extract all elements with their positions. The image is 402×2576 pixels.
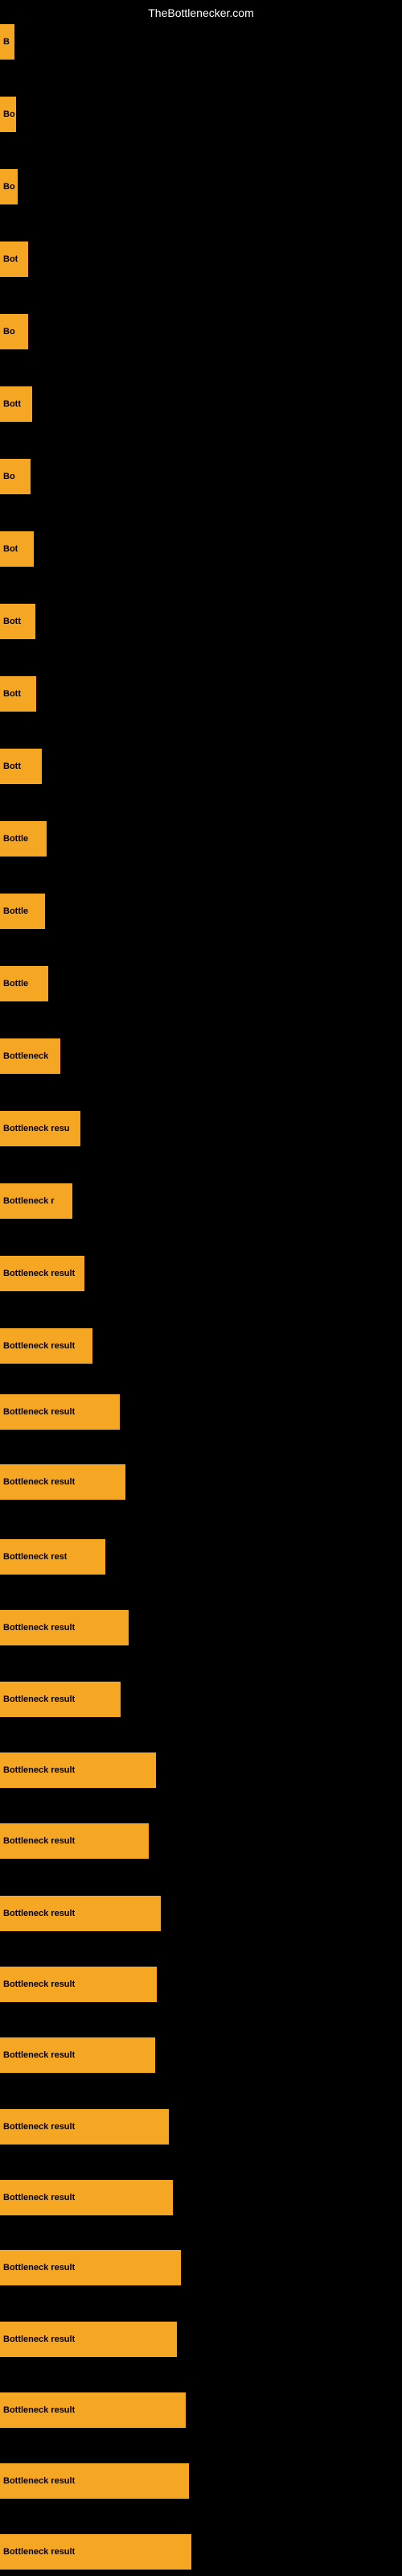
site-title: TheBottlenecker.com [148,6,254,19]
bar-item-13: Bottle [0,894,45,929]
bar-item-26: Bottleneck result [0,1823,149,1859]
bar-item-24: Bottleneck result [0,1682,121,1717]
bar-item-1: B [0,24,14,60]
bar-item-2: Bo [0,97,16,132]
bar-label-21: Bottleneck result [3,1477,75,1487]
bar-label-2: Bo [3,109,15,119]
bar-label-15: Bottleneck [3,1051,48,1061]
bar-label-18: Bottleneck result [3,1269,75,1278]
bar-label-24: Bottleneck result [3,1695,75,1704]
bar-item-31: Bottleneck result [0,2180,173,2215]
bar-label-17: Bottleneck r [3,1196,55,1206]
bar-item-8: Bot [0,531,34,567]
bar-item-16: Bottleneck resu [0,1111,80,1146]
bar-label-20: Bottleneck result [3,1407,75,1417]
bar-item-7: Bo [0,459,31,494]
bar-label-14: Bottle [3,979,28,989]
bar-item-11: Bott [0,749,42,784]
bar-item-15: Bottleneck [0,1038,60,1074]
bar-label-32: Bottleneck result [3,2263,75,2273]
bar-item-29: Bottleneck result [0,2037,155,2073]
bar-item-12: Bottle [0,821,47,857]
bar-item-33: Bottleneck result [0,2322,177,2357]
bar-item-9: Bott [0,604,35,639]
bar-item-36: Bottleneck result [0,2534,191,2570]
bar-item-19: Bottleneck result [0,1328,92,1364]
bar-label-5: Bo [3,327,15,336]
bar-item-20: Bottleneck result [0,1394,120,1430]
bar-label-11: Bott [3,762,21,771]
bar-item-18: Bottleneck result [0,1256,84,1291]
bar-item-22: Bottleneck rest [0,1539,105,1575]
bar-label-13: Bottle [3,906,28,916]
bar-label-12: Bottle [3,834,28,844]
bar-item-4: Bot [0,242,28,277]
bar-item-25: Bottleneck result [0,1752,156,1788]
bar-label-10: Bott [3,689,21,699]
bar-label-9: Bott [3,617,21,626]
bar-item-27: Bottleneck result [0,1896,161,1931]
bar-label-28: Bottleneck result [3,1979,75,1989]
bar-item-14: Bottle [0,966,48,1001]
bar-label-6: Bott [3,399,21,409]
bar-item-6: Bott [0,386,32,422]
bar-item-23: Bottleneck result [0,1610,129,1645]
bar-label-23: Bottleneck result [3,1623,75,1633]
bar-item-10: Bott [0,676,36,712]
bar-label-16: Bottleneck resu [3,1124,70,1133]
bar-label-26: Bottleneck result [3,1836,75,1846]
bar-label-33: Bottleneck result [3,2334,75,2344]
bar-label-19: Bottleneck result [3,1341,75,1351]
bar-label-34: Bottleneck result [3,2405,75,2415]
bar-label-36: Bottleneck result [3,2547,75,2557]
bar-item-32: Bottleneck result [0,2250,181,2285]
bar-item-28: Bottleneck result [0,1967,157,2002]
bar-label-31: Bottleneck result [3,2193,75,2202]
bar-label-3: Bo [3,182,15,192]
bar-label-8: Bot [3,544,18,554]
bar-label-30: Bottleneck result [3,2122,75,2132]
bar-item-21: Bottleneck result [0,1464,125,1500]
bar-item-17: Bottleneck r [0,1183,72,1219]
bar-label-22: Bottleneck rest [3,1552,67,1562]
bar-item-3: Bo [0,169,18,204]
bar-item-35: Bottleneck result [0,2463,189,2499]
bar-label-4: Bot [3,254,18,264]
bar-label-1: B [3,37,10,47]
bar-item-34: Bottleneck result [0,2392,186,2428]
bar-label-7: Bo [3,472,15,481]
bar-label-27: Bottleneck result [3,1909,75,1918]
bar-label-35: Bottleneck result [3,2476,75,2486]
bar-label-29: Bottleneck result [3,2050,75,2060]
bar-item-5: Bo [0,314,28,349]
bar-item-30: Bottleneck result [0,2109,169,2145]
bar-label-25: Bottleneck result [3,1765,75,1775]
